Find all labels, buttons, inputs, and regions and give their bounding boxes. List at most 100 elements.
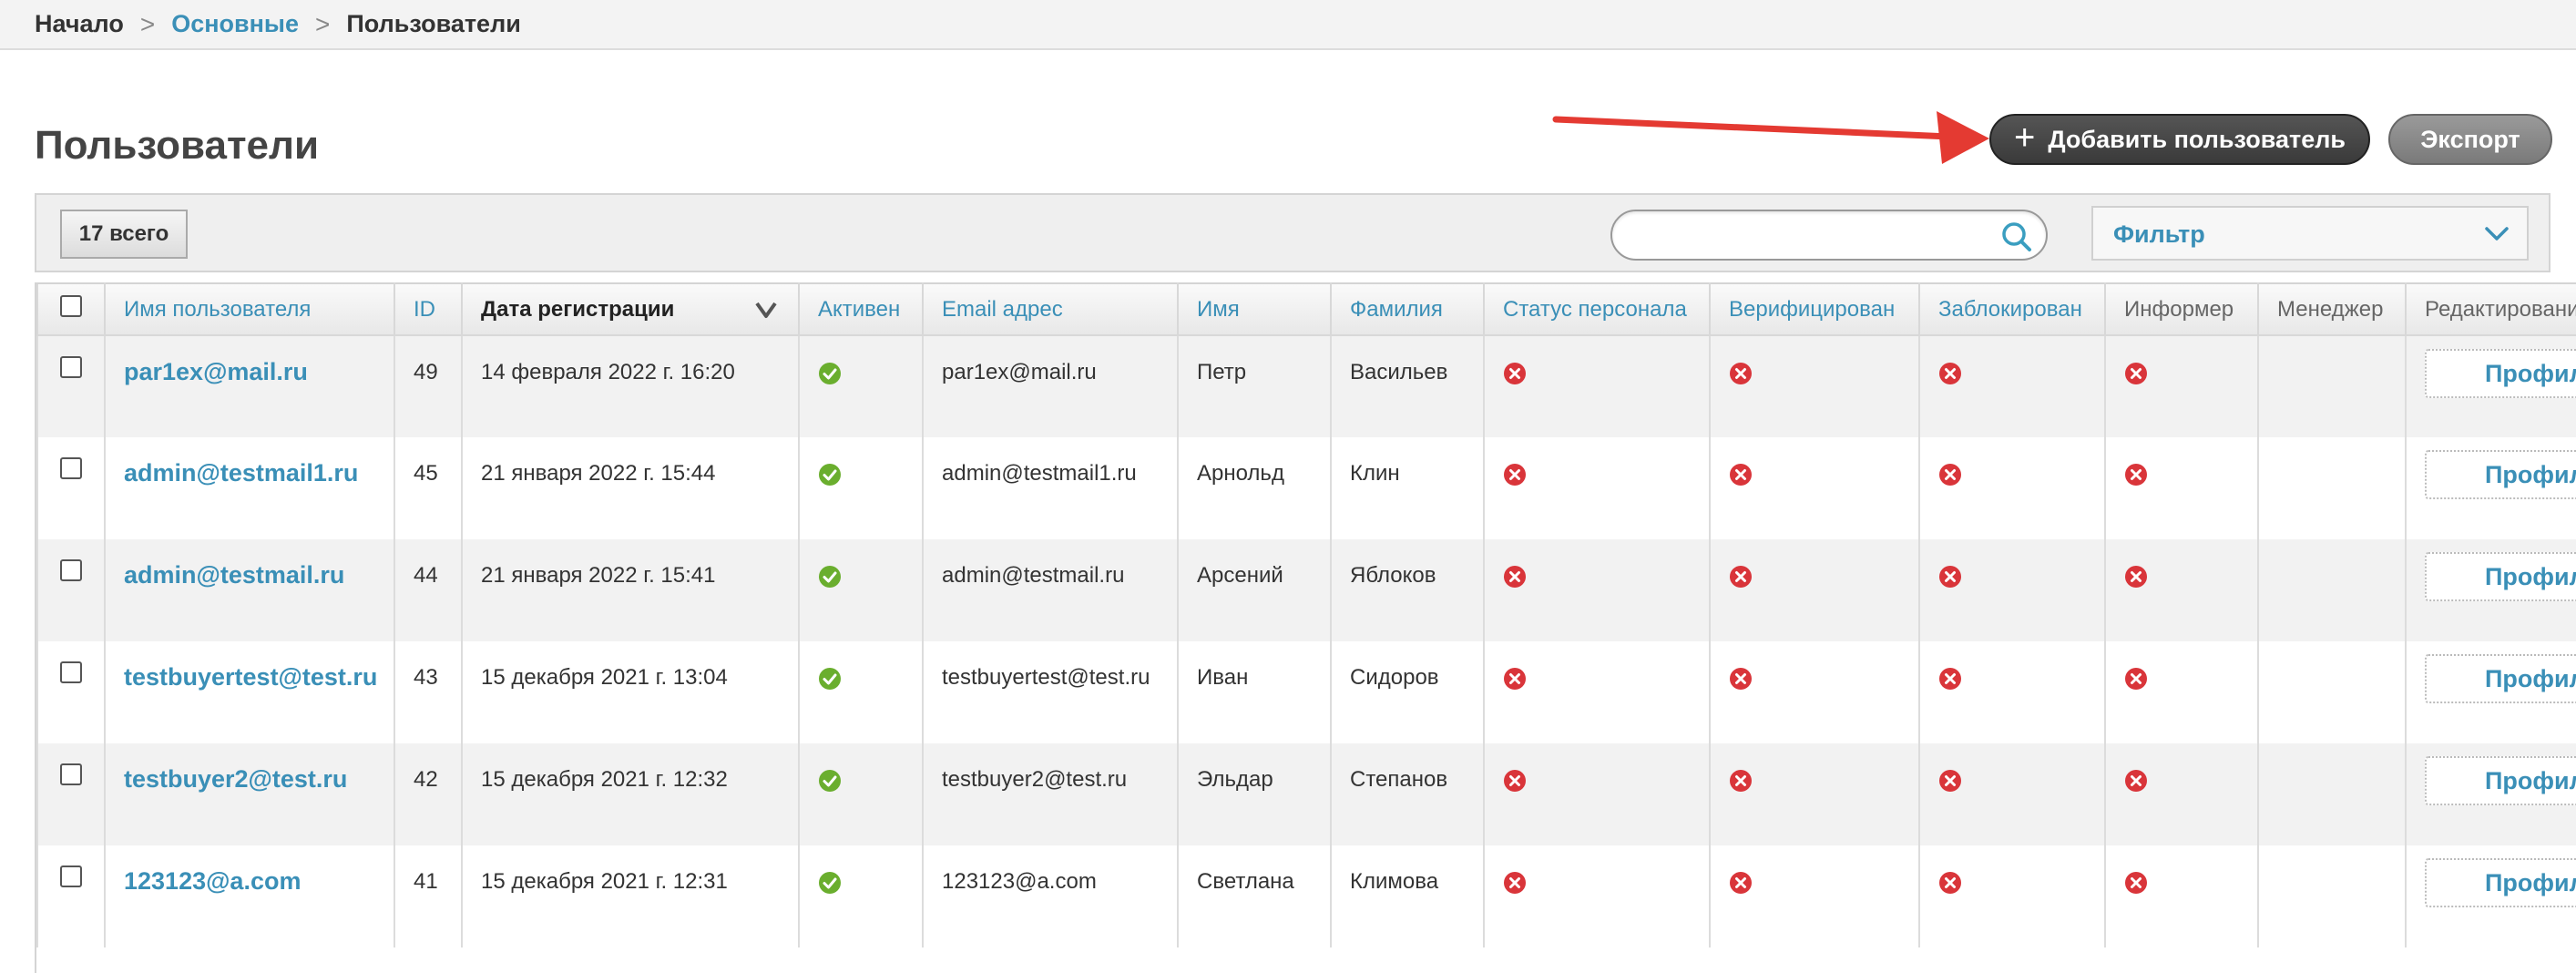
search-box[interactable] — [1610, 210, 2048, 261]
cell-informer — [2104, 539, 2259, 641]
select-all-checkbox[interactable] — [60, 295, 82, 317]
profile-edit-button[interactable]: Профил — [2425, 450, 2576, 499]
cell-first-name: Петр — [1177, 335, 1332, 437]
cell-reg-date: 15 декабря 2021 г. 12:31 — [461, 845, 800, 947]
add-user-button-label: Добавить пользователь — [2048, 125, 2346, 153]
cell-verified — [1709, 335, 1920, 437]
total-count-badge: 17 всего — [60, 210, 188, 259]
column-header-edit: Редактировани — [2405, 282, 2576, 336]
cell-id: 43 — [394, 641, 463, 743]
column-header-username[interactable]: Имя пользователя — [104, 282, 395, 336]
cell-verified — [1709, 539, 1920, 641]
search-icon[interactable] — [2000, 220, 2033, 253]
cell-email: testbuyertest@test.ru — [922, 641, 1179, 743]
column-header-active[interactable]: Активен — [798, 282, 924, 336]
cell-staff — [1483, 743, 1711, 845]
column-header-verified[interactable]: Верифицирован — [1709, 282, 1920, 336]
cell-blocked — [1918, 335, 2106, 437]
users-table-container: Имя пользователя ID Дата регистрации Акт… — [35, 282, 2576, 973]
check-circle-icon — [819, 566, 841, 588]
column-header-first-name[interactable]: Имя — [1177, 282, 1332, 336]
cell-edit: Профил — [2405, 335, 2576, 437]
row-checkbox[interactable] — [60, 763, 82, 785]
cell-reg-date: 15 декабря 2021 г. 12:32 — [461, 743, 800, 845]
cell-reg-date: 14 февраля 2022 г. 16:20 — [461, 335, 800, 437]
column-header-blocked[interactable]: Заблокирован — [1918, 282, 2106, 336]
sort-descending-icon[interactable] — [754, 300, 778, 320]
cell-active — [798, 641, 924, 743]
users-table-body: par1ex@mail.ru 49 14 февраля 2022 г. 16:20… — [36, 335, 2576, 947]
cell-last-name: Яблоков — [1330, 539, 1485, 641]
breadcrumb-section[interactable]: Основные — [171, 10, 299, 38]
cell-id: 45 — [394, 437, 463, 539]
row-checkbox[interactable] — [60, 559, 82, 581]
cross-circle-icon — [1939, 770, 1961, 792]
cell-email: admin@testmail1.ru — [922, 437, 1179, 539]
cell-first-name: Арсений — [1177, 539, 1332, 641]
cross-circle-icon — [2125, 566, 2147, 588]
cell-email: 123123@a.com — [922, 845, 1179, 947]
cell-active — [798, 743, 924, 845]
profile-edit-button[interactable]: Профил — [2425, 858, 2576, 907]
profile-edit-button[interactable]: Профил — [2425, 654, 2576, 703]
plus-icon: + — [2014, 118, 2036, 158]
cross-circle-icon — [2125, 770, 2147, 792]
cell-informer — [2104, 641, 2259, 743]
cross-circle-icon — [2125, 668, 2147, 690]
profile-edit-button[interactable]: Профил — [2425, 552, 2576, 601]
cell-staff — [1483, 845, 1711, 947]
cell-manager — [2257, 641, 2407, 743]
profile-edit-button[interactable]: Профил — [2425, 349, 2576, 398]
check-circle-icon — [819, 668, 841, 690]
table-row: testbuyertest@test.ru 43 15 декабря 2021 г… — [36, 641, 2576, 743]
cell-email: admin@testmail.ru — [922, 539, 1179, 641]
add-user-button[interactable]: + Добавить пользователь — [1989, 114, 2370, 165]
cross-circle-icon — [1504, 872, 1526, 894]
column-header-last-name[interactable]: Фамилия — [1330, 282, 1485, 336]
search-input[interactable] — [1630, 220, 1986, 250]
cell-username-link[interactable]: par1ex@mail.ru — [104, 335, 395, 437]
cross-circle-icon — [1939, 566, 1961, 588]
cell-username-link[interactable]: admin@testmail.ru — [104, 539, 395, 641]
cross-circle-icon — [1939, 872, 1961, 894]
cell-username-link[interactable]: testbuyer2@test.ru — [104, 743, 395, 845]
breadcrumb: Начало > Основные > Пользователи — [0, 0, 2576, 50]
filter-dropdown[interactable]: Фильтр — [2091, 206, 2529, 261]
row-select-cell — [36, 539, 106, 641]
cell-informer — [2104, 845, 2259, 947]
row-checkbox[interactable] — [60, 457, 82, 479]
cell-informer — [2104, 743, 2259, 845]
breadcrumb-separator-icon: > — [139, 9, 156, 38]
cross-circle-icon — [1730, 872, 1752, 894]
cell-last-name: Климова — [1330, 845, 1485, 947]
breadcrumb-home[interactable]: Начало — [35, 10, 124, 38]
select-all-column — [36, 282, 106, 336]
column-header-reg-date[interactable]: Дата регистрации — [461, 282, 800, 336]
cell-username-link[interactable]: 123123@a.com — [104, 845, 395, 947]
cross-circle-icon — [1504, 464, 1526, 486]
cell-id: 41 — [394, 845, 463, 947]
cell-username-link[interactable]: testbuyertest@test.ru — [104, 641, 395, 743]
column-header-id[interactable]: ID — [394, 282, 463, 336]
row-checkbox[interactable] — [60, 356, 82, 378]
cell-edit: Профил — [2405, 539, 2576, 641]
cross-circle-icon — [1730, 668, 1752, 690]
row-checkbox[interactable] — [60, 865, 82, 887]
column-header-staff[interactable]: Статус персонала — [1483, 282, 1711, 336]
cross-circle-icon — [2125, 363, 2147, 384]
cell-manager — [2257, 845, 2407, 947]
column-header-manager: Менеджер — [2257, 282, 2407, 336]
column-header-email[interactable]: Email адрес — [922, 282, 1179, 336]
list-toolbar: 17 всего Фильтр — [35, 193, 2550, 272]
profile-edit-button[interactable]: Профил — [2425, 756, 2576, 805]
export-button[interactable]: Экспорт — [2388, 114, 2552, 165]
breadcrumb-separator-icon: > — [315, 9, 331, 38]
cell-username-link[interactable]: admin@testmail1.ru — [104, 437, 395, 539]
breadcrumb-current: Пользователи — [346, 10, 521, 37]
row-checkbox[interactable] — [60, 661, 82, 683]
cell-edit: Профил — [2405, 845, 2576, 947]
users-table: Имя пользователя ID Дата регистрации Акт… — [36, 282, 2576, 947]
cross-circle-icon — [2125, 464, 2147, 486]
cell-verified — [1709, 845, 1920, 947]
cell-last-name: Васильев — [1330, 335, 1485, 437]
